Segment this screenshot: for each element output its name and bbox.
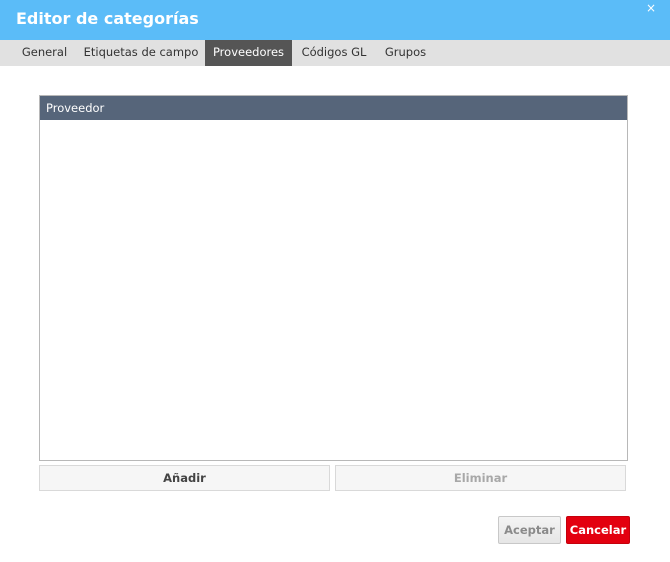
tab-proveedores[interactable]: Proveedores bbox=[205, 40, 292, 66]
tab-codigos-gl[interactable]: Códigos GL bbox=[298, 40, 370, 66]
accept-button[interactable]: Aceptar bbox=[498, 516, 561, 544]
dialog-title: Editor de categorías bbox=[16, 9, 199, 28]
supplier-column-header[interactable]: Proveedor bbox=[40, 96, 627, 120]
cancel-button[interactable]: Cancelar bbox=[566, 516, 630, 544]
add-button[interactable]: Añadir bbox=[39, 465, 330, 491]
tab-bar: General Etiquetas de campo Proveedores C… bbox=[0, 40, 670, 66]
dialog-titlebar: Editor de categorías × bbox=[0, 0, 670, 40]
delete-button[interactable]: Eliminar bbox=[335, 465, 626, 491]
tab-grupos[interactable]: Grupos bbox=[377, 40, 434, 66]
close-icon[interactable]: × bbox=[646, 1, 656, 15]
tab-etiquetas-de-campo[interactable]: Etiquetas de campo bbox=[82, 40, 200, 66]
tab-general[interactable]: General bbox=[14, 40, 75, 66]
supplier-list[interactable]: Proveedor bbox=[39, 95, 628, 461]
